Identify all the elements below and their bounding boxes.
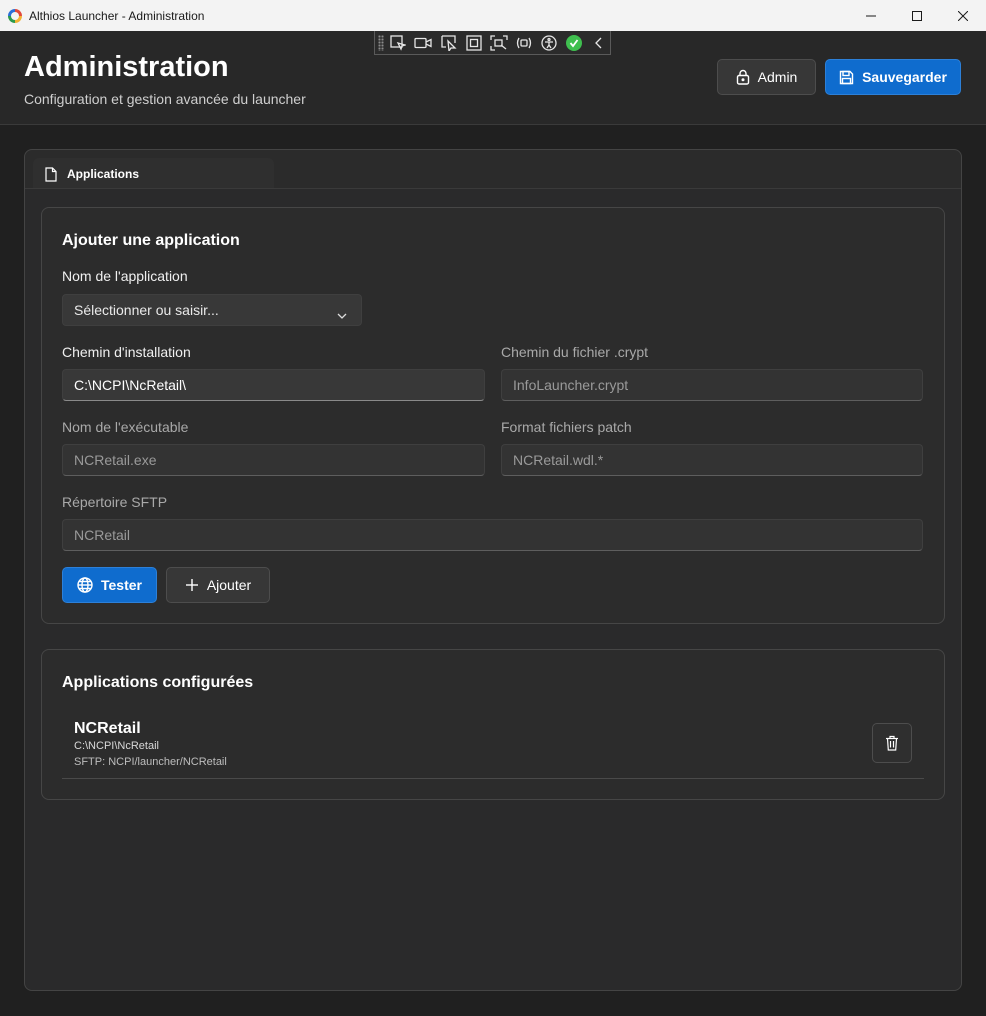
- install-path-label: Chemin d'installation: [62, 344, 191, 360]
- tab-content: Ajouter une application Nom de l'applica…: [25, 188, 961, 990]
- app-sftp-path: SFTP: NCPI/launcher/NCRetail: [74, 756, 227, 768]
- minimize-button[interactable]: [848, 0, 894, 31]
- frame-icon[interactable]: [463, 33, 484, 53]
- app-logo-icon: [8, 8, 22, 23]
- tab-strip: Applications: [25, 150, 961, 190]
- collapse-icon[interactable]: [589, 33, 610, 53]
- pointer-icon[interactable]: [438, 33, 459, 53]
- add-button-label: Ajouter: [206, 577, 252, 593]
- crypt-path-input[interactable]: InfoLauncher.crypt: [501, 369, 923, 401]
- executable-name-label: Nom de l'exécutable: [62, 419, 189, 435]
- add-application-title: Ajouter une application: [62, 232, 240, 249]
- debug-toolbar: [374, 31, 611, 55]
- save-button-label: Sauvegarder: [862, 69, 947, 85]
- executable-name-input[interactable]: NCRetail.exe: [62, 444, 485, 476]
- maximize-button[interactable]: [894, 0, 940, 31]
- delete-button[interactable]: [872, 723, 912, 763]
- layout-icon[interactable]: [488, 33, 509, 53]
- chevron-down-icon: [337, 306, 347, 322]
- window-title: Althios Launcher - Administration: [29, 8, 205, 23]
- trash-icon: [886, 735, 898, 751]
- lock-icon: [736, 69, 749, 85]
- toolbar-grip[interactable]: [378, 34, 384, 51]
- page-title: Administration: [24, 51, 229, 83]
- configured-applications-card: Applications configurées NCRetail C:\NCP…: [41, 649, 945, 800]
- test-button[interactable]: Tester: [62, 567, 157, 603]
- add-button[interactable]: Ajouter: [166, 567, 270, 603]
- app-name: NCRetail: [74, 720, 141, 737]
- maximize-icon: [912, 10, 922, 21]
- plus-icon: [185, 579, 198, 591]
- install-path-input[interactable]: C:\NCPI\NcRetail\: [62, 369, 485, 401]
- main-panel: Applications Ajouter une application Nom…: [24, 149, 962, 991]
- sftp-directory-label: Répertoire SFTP: [62, 494, 168, 510]
- select-element-icon[interactable]: [388, 33, 409, 53]
- close-icon: [958, 10, 968, 21]
- globe-icon: [77, 577, 93, 593]
- list-item: NCRetail C:\NCPI\NcRetail SFTP: NCPI/lau…: [62, 714, 924, 779]
- close-window-button[interactable]: [940, 0, 986, 31]
- app-name-label: Nom de l'application: [62, 268, 188, 284]
- check-icon[interactable]: [564, 33, 585, 53]
- configured-applications-title: Applications configurées: [62, 674, 254, 691]
- save-icon: [839, 70, 854, 84]
- accessibility-icon[interactable]: [539, 33, 560, 53]
- document-icon: [45, 166, 57, 182]
- patch-format-input[interactable]: NCRetail.wdl.*: [501, 444, 923, 476]
- admin-button-label: Admin: [757, 69, 798, 85]
- app-path: C:\NCPI\NcRetail: [74, 740, 159, 752]
- app-name-combobox[interactable]: Sélectionner ou saisir...: [62, 294, 362, 326]
- crypt-path-label: Chemin du fichier .crypt: [501, 344, 649, 360]
- binding-icon[interactable]: [513, 33, 534, 53]
- record-icon[interactable]: [413, 33, 434, 53]
- patch-format-label: Format fichiers patch: [501, 419, 632, 435]
- window-titlebar: Althios Launcher - Administration: [0, 0, 986, 31]
- app-name-combobox-text: Sélectionner ou saisir...: [74, 302, 219, 318]
- save-button[interactable]: Sauvegarder: [825, 59, 961, 95]
- page-subtitle: Configuration et gestion avancée du laun…: [24, 91, 306, 107]
- window-controls: [848, 0, 986, 31]
- admin-button[interactable]: Admin: [717, 59, 816, 95]
- test-button-label: Tester: [101, 577, 142, 593]
- minimize-icon: [866, 15, 876, 16]
- sftp-directory-input[interactable]: NCRetail: [62, 519, 923, 551]
- tab-applications-label: Applications: [67, 167, 140, 181]
- add-application-card: Ajouter une application Nom de l'applica…: [41, 207, 945, 624]
- tab-applications[interactable]: Applications: [33, 158, 274, 190]
